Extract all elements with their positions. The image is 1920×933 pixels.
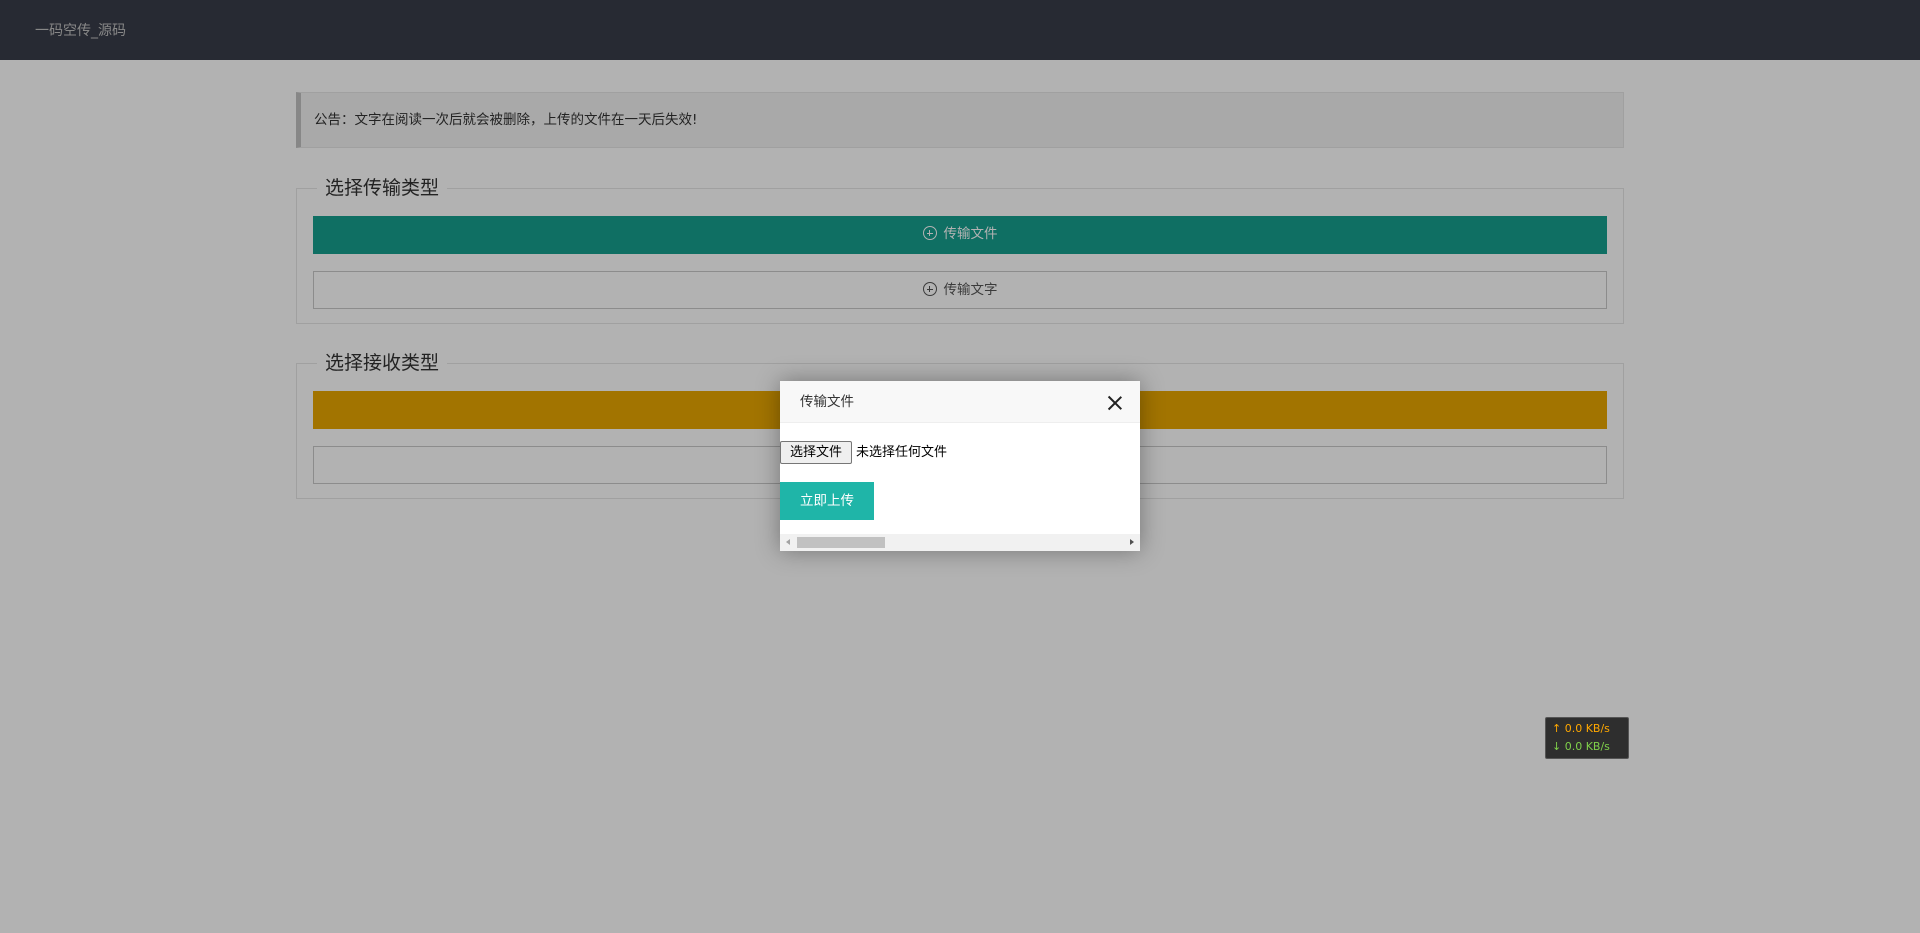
network-speed-widget: ↑ 0.0 KB/s ↓ 0.0 KB/s bbox=[1545, 717, 1629, 759]
dialog-header: 传输文件 bbox=[780, 381, 1140, 423]
horizontal-scrollbar[interactable] bbox=[780, 534, 1140, 551]
scroll-right-arrow-icon[interactable] bbox=[1130, 539, 1134, 545]
file-status-text: 未选择任何文件 bbox=[856, 445, 948, 460]
download-speed: ↓ 0.0 KB/s bbox=[1552, 740, 1610, 753]
scroll-left-arrow-icon[interactable] bbox=[786, 539, 790, 545]
dialog-title: 传输文件 bbox=[800, 394, 854, 410]
upload-speed: ↑ 0.0 KB/s bbox=[1552, 722, 1610, 735]
upload-now-button[interactable]: 立即上传 bbox=[780, 482, 874, 520]
close-icon[interactable] bbox=[1108, 396, 1122, 410]
choose-file-button[interactable]: 选择文件 bbox=[780, 441, 852, 464]
scrollbar-thumb[interactable] bbox=[797, 537, 885, 548]
transfer-file-dialog: 传输文件 选择文件 未选择任何文件 立即上传 bbox=[780, 381, 1140, 551]
